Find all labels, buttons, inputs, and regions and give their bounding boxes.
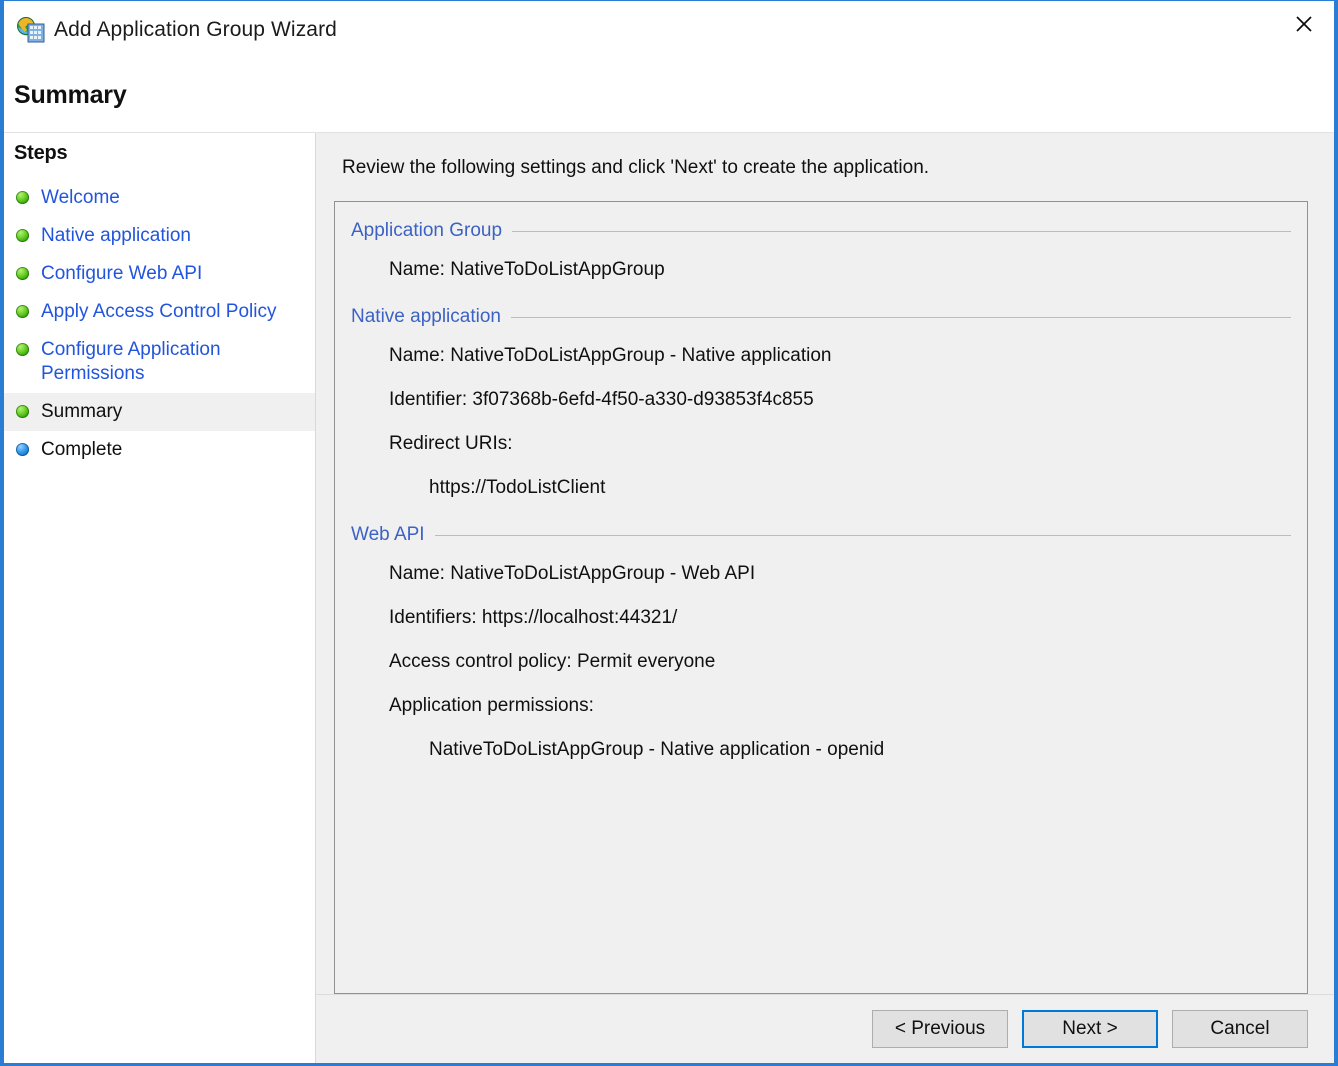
intro-text: Review the following settings and click … [342, 157, 930, 178]
sidebar-step-native-application[interactable]: Native application [4, 217, 315, 255]
summary-detail-line: https://TodoListClient [429, 477, 606, 498]
summary-detail-line: Name: NativeToDoListAppGroup - Web API [389, 563, 756, 584]
summary-section-title: Web API [351, 524, 425, 545]
footer-buttons: < Previous Next > Cancel [316, 994, 1334, 1063]
sidebar-step-label: Welcome [41, 187, 120, 208]
sidebar-step-label: Apply Access Control Policy [41, 301, 277, 322]
summary-section-heading: Application Group [351, 220, 1291, 242]
title-bar: Add Application Group Wizard [4, 1, 1334, 59]
summary-detail-line: Identifiers: https://localhost:44321/ [389, 607, 678, 628]
sidebar-step-label: Complete [41, 439, 123, 460]
steps-sidebar: Steps Welcome Native application Configure… [4, 133, 316, 1063]
summary-detail-line: Identifier: 3f07368b-6efd-4f50-a330-d938… [389, 389, 814, 410]
sidebar-step-label: Configure Web API [41, 263, 203, 284]
step-status-green-icon [16, 405, 29, 418]
summary-detail-line: Access control policy: Permit everyone [389, 651, 716, 672]
sidebar-step-label: Native application [41, 225, 191, 246]
summary-detail-line: Application permissions: [389, 695, 594, 716]
section-divider [512, 230, 1291, 232]
step-status-green-icon [16, 343, 29, 356]
sidebar-step-label: Summary [41, 401, 123, 422]
sidebar-step-summary[interactable]: Summary [4, 393, 315, 431]
sidebar-step-configure-application-permissions[interactable]: Configure Application Permissions [4, 331, 315, 393]
content-pane: Review the following settings and click … [316, 133, 1334, 1063]
sidebar-step-complete[interactable]: Complete [4, 431, 315, 469]
cancel-button[interactable]: Cancel [1172, 1010, 1308, 1048]
window-title: Add Application Group Wizard [54, 18, 337, 41]
step-status-blue-icon [16, 443, 29, 456]
sidebar-step-apply-access-control-policy[interactable]: Apply Access Control Policy [4, 293, 315, 331]
section-divider [434, 534, 1291, 536]
sidebar-step-label: Configure Application Permissions [41, 339, 221, 384]
wizard-window: Add Application Group Wizard Summary Ste… [0, 0, 1338, 1066]
sidebar-step-configure-web-api[interactable]: Configure Web API [4, 255, 315, 293]
summary-section-title: Application Group [351, 220, 503, 241]
summary-panel: Application Group Name: NativeToDoListApp… [334, 201, 1308, 994]
next-button[interactable]: Next > [1022, 1010, 1158, 1048]
step-status-green-icon [16, 267, 29, 280]
sidebar-step-welcome[interactable]: Welcome [4, 179, 315, 217]
previous-button[interactable]: < Previous [872, 1010, 1008, 1048]
close-icon[interactable] [1274, 1, 1334, 47]
step-status-green-icon [16, 229, 29, 242]
app-group-wizard-icon [16, 16, 46, 44]
summary-section-title: Native application [351, 306, 501, 327]
steps-list: Welcome Native application Configure Web A… [4, 179, 315, 469]
summary-section-body: Name: NativeToDoListAppGroup - Native ap… [351, 334, 1291, 524]
summary-detail-line: Name: NativeToDoListAppGroup - Native ap… [389, 345, 832, 366]
wizard-body: Steps Welcome Native application Configure… [4, 133, 1334, 1063]
summary-section-heading: Web API [351, 524, 1291, 546]
page-title: Summary [14, 81, 127, 109]
step-status-green-icon [16, 305, 29, 318]
summary-section-heading: Native application [351, 306, 1291, 328]
page-header: Summary [4, 59, 1334, 133]
step-status-green-icon [16, 191, 29, 204]
summary-section-body: Name: NativeToDoListAppGroup [351, 248, 1291, 306]
summary-detail-line: Name: NativeToDoListAppGroup [389, 259, 665, 280]
steps-heading: Steps [14, 142, 68, 164]
section-divider [510, 316, 1291, 318]
summary-section-body: Name: NativeToDoListAppGroup - Web API Id… [351, 552, 1291, 786]
summary-detail-line: NativeToDoListAppGroup - Native applicat… [429, 739, 885, 760]
summary-detail-line: Redirect URIs: [389, 433, 513, 454]
